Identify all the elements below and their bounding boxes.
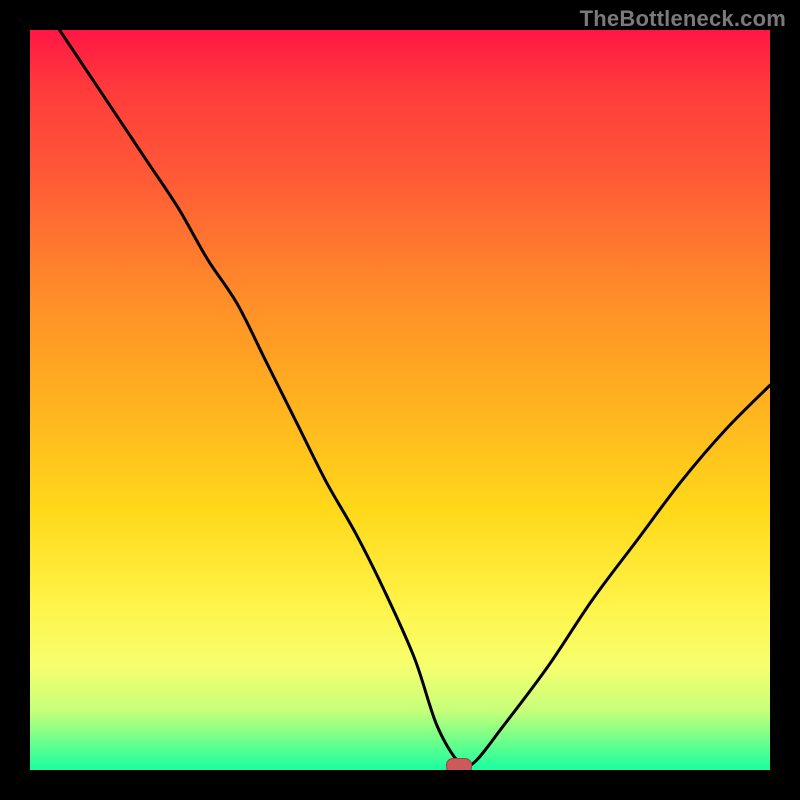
plot-area	[30, 30, 770, 770]
watermark-text: TheBottleneck.com	[580, 6, 786, 32]
optimal-point-marker	[446, 758, 472, 770]
chart-frame: TheBottleneck.com	[0, 0, 800, 800]
bottleneck-curve	[30, 30, 770, 770]
